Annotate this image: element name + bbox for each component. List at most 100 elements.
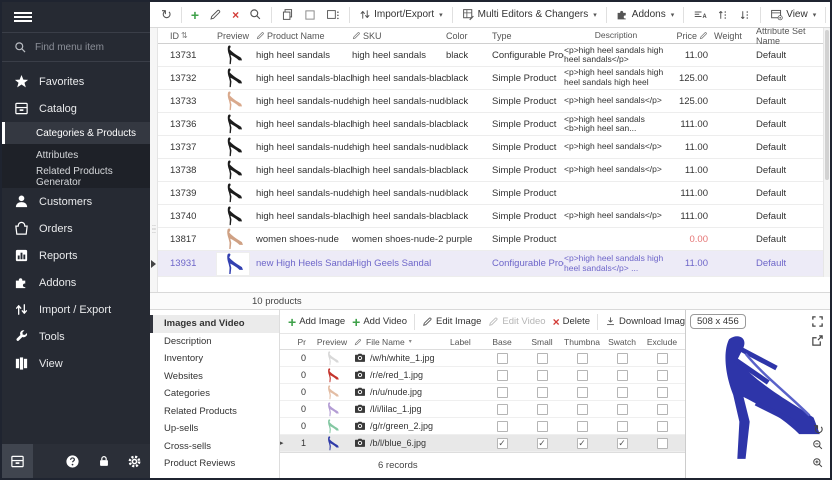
sidebar-item-catalog[interactable]: Catalog	[2, 95, 150, 122]
checkbox[interactable]	[537, 421, 548, 432]
tab-description[interactable]: Description	[150, 333, 279, 351]
column-header-base[interactable]: Base	[482, 337, 522, 347]
sidebar-item-customers[interactable]: Customers	[2, 188, 150, 215]
checkbox[interactable]	[537, 370, 548, 381]
checkbox[interactable]: ✓	[577, 438, 588, 449]
checkbox[interactable]	[657, 438, 668, 449]
column-header-id[interactable]: ID⇅	[168, 31, 210, 41]
column-header-weight[interactable]: Weight	[714, 31, 752, 41]
checkbox[interactable]	[537, 404, 548, 415]
checkbox[interactable]	[497, 421, 508, 432]
checkbox[interactable]	[657, 370, 668, 381]
column-header-preview[interactable]: Preview	[210, 31, 256, 41]
checkbox[interactable]: ✓	[617, 438, 628, 449]
zoom-in-button[interactable]	[812, 456, 824, 474]
checkbox[interactable]	[497, 387, 508, 398]
checkbox[interactable]	[577, 404, 588, 415]
product-row-13931[interactable]: 13931new High Heels SandalsHigh Geels Sa…	[158, 251, 830, 277]
refresh-button[interactable]: ↻	[158, 7, 175, 23]
image-row[interactable]: 0/r/e/red_1.jpg	[280, 367, 685, 384]
sidebar-item-reports[interactable]: Reports	[2, 242, 150, 269]
sidebar-item-addons[interactable]: Addons	[2, 269, 150, 296]
column-header-file-name[interactable]: File Name▾	[354, 337, 450, 347]
tab-categories[interactable]: Categories	[150, 385, 279, 403]
column-header-label[interactable]: Label	[450, 337, 482, 347]
expand-rows-button[interactable]	[714, 7, 732, 23]
checkbox[interactable]	[537, 353, 548, 364]
sidebar-subitem-attributes[interactable]: Attributes	[2, 144, 150, 166]
column-header-thumbnail[interactable]: Thumbna	[562, 337, 602, 347]
column-header-attribute-set[interactable]: Attribute Set Name	[752, 28, 824, 46]
checkbox[interactable]	[657, 387, 668, 398]
zoom-out-button[interactable]	[812, 438, 824, 456]
product-row-13739[interactable]: 13739high heel sandals-nude-37high heel …	[158, 182, 830, 205]
add-video-button[interactable]: +Add Video	[350, 314, 409, 330]
checkbox[interactable]	[617, 421, 628, 432]
multi-editors-button[interactable]: Multi Editors & Changers▾	[459, 6, 600, 23]
checkbox[interactable]	[577, 353, 588, 364]
product-row-13817[interactable]: 13817women shoes-nudewomen shoes-nude-2p…	[158, 228, 830, 251]
product-row-13738[interactable]: 13738high heel sandals-black-37high heel…	[158, 159, 830, 182]
collapse-rows-button[interactable]	[736, 7, 754, 23]
checkbox[interactable]	[577, 387, 588, 398]
product-row-13737[interactable]: 13737high heel sandals-nude-36high heel …	[158, 136, 830, 159]
tab-inventory[interactable]: Inventory	[150, 350, 279, 368]
sidebar-item-tools[interactable]: Tools	[2, 323, 150, 350]
image-row[interactable]: 0/g/r/green_2.jpg	[280, 418, 685, 435]
sidebar-item-view[interactable]: View	[2, 350, 150, 377]
checkbox[interactable]	[657, 404, 668, 415]
rotate-button[interactable]: ↻	[813, 422, 824, 438]
tab-websites[interactable]: Websites	[150, 368, 279, 386]
edit-product-button[interactable]	[206, 6, 225, 23]
sidebar-subitem-related-products-generator[interactable]: Related Products Generator	[2, 166, 150, 188]
checkbox[interactable]: ✓	[537, 438, 548, 449]
search-button[interactable]	[246, 6, 265, 23]
image-row[interactable]: 0/w/h/white_1.jpg	[280, 350, 685, 367]
grid-scrollbar[interactable]	[823, 28, 830, 277]
sidebar-item-import-export[interactable]: Import / Export	[2, 296, 150, 323]
checkbox-mode-button[interactable]	[301, 7, 319, 23]
checkbox[interactable]	[617, 404, 628, 415]
import-export-button[interactable]: Import/Export▾	[356, 6, 446, 23]
checkbox[interactable]	[617, 370, 628, 381]
tab-images-and-video[interactable]: Images and Video	[150, 315, 279, 333]
delete-product-button[interactable]: ×	[229, 7, 242, 23]
product-row-13733[interactable]: 13733high heel sandals-nudehigh heel san…	[158, 90, 830, 113]
checkbox[interactable]	[497, 404, 508, 415]
addons-button[interactable]: Addons▾	[613, 6, 677, 23]
image-row[interactable]: 0/l/i/lilac_1.jpg	[280, 401, 685, 418]
add-product-button[interactable]: +	[188, 7, 202, 23]
checkbox[interactable]: ✓	[497, 438, 508, 449]
help-button[interactable]	[57, 444, 88, 478]
column-header-position[interactable]: Pr	[288, 337, 310, 347]
checkbox[interactable]	[577, 421, 588, 432]
product-row-13740[interactable]: 13740high heel sandals-black-38high heel…	[158, 205, 830, 228]
column-header-small[interactable]: Small	[522, 337, 562, 347]
column-header-swatch[interactable]: Swatch	[602, 337, 642, 347]
delete-image-button[interactable]: ×Delete	[551, 314, 592, 330]
lock-button[interactable]	[88, 444, 119, 478]
product-row-13732[interactable]: 13732high heel sandals-blackhigh heel sa…	[158, 67, 830, 90]
sidebar-item-favorites[interactable]: Favorites	[2, 68, 150, 95]
checkbox[interactable]	[617, 387, 628, 398]
column-header-sku[interactable]: SKU	[352, 31, 446, 41]
image-row[interactable]: ▸1/b/l/blue_6.jpg✓✓✓✓	[280, 435, 685, 452]
sidebar-search-input[interactable]: Find menu item	[2, 32, 150, 62]
checkbox[interactable]	[497, 370, 508, 381]
column-header-product-name[interactable]: Product Name	[256, 31, 352, 41]
column-header-price[interactable]: Price	[668, 31, 714, 41]
edit-image-button[interactable]: Edit Image	[420, 314, 483, 329]
menu-toggle-button[interactable]	[2, 2, 150, 32]
checkbox[interactable]	[617, 353, 628, 364]
checkbox[interactable]	[657, 421, 668, 432]
product-row-13731[interactable]: 13731high heel sandalshigh heel sandalsb…	[158, 44, 830, 67]
download-image-button[interactable]: Download Image	[603, 314, 692, 329]
sidebar-subitem-categories-products[interactable]: Categories & Products	[2, 122, 150, 144]
column-header-description[interactable]: Description	[564, 31, 668, 41]
store-button[interactable]	[2, 444, 33, 478]
add-image-button[interactable]: +Add Image	[286, 314, 347, 330]
view-button[interactable]: View▾	[767, 6, 819, 23]
tab-up-sells[interactable]: Up-sells	[150, 420, 279, 438]
column-header-exclude[interactable]: Exclude	[642, 337, 682, 347]
checkbox[interactable]	[577, 370, 588, 381]
